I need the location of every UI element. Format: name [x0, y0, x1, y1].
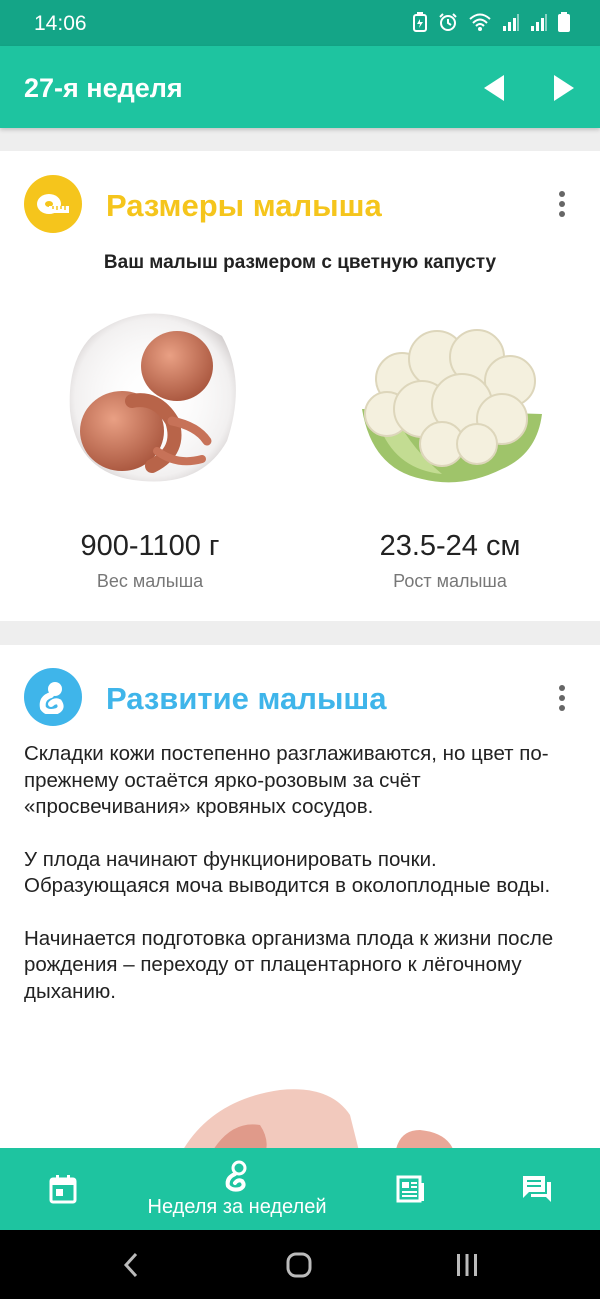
home-icon [286, 1252, 312, 1278]
recent-apps-icon [457, 1254, 477, 1276]
fetus-illustration [62, 301, 242, 491]
nav-chat[interactable] [504, 1148, 570, 1230]
development-card-title: Развитие малыша [106, 681, 387, 716]
battery-icon [558, 12, 570, 37]
calendar-icon [49, 1175, 77, 1204]
nav-calendar[interactable] [30, 1148, 96, 1230]
system-navigation-bar [0, 1230, 600, 1299]
app-bar: 27-я неделя [0, 46, 600, 128]
baby-development-card: Развитие малыша Складки кожи постепенно … [0, 645, 600, 1155]
development-description: Складки кожи постепенно разглаживаются, … [24, 741, 574, 1031]
recent-apps-button[interactable] [448, 1246, 486, 1284]
height-value: 23.5-24 см [379, 530, 521, 562]
status-bar: 14:06 [0, 0, 600, 46]
week-title: 27-я неделя [24, 73, 183, 103]
signal-icon [502, 12, 520, 37]
development-paragraph: Начинается подготовка организма плода к … [24, 926, 554, 1003]
cauliflower-illustration [352, 319, 548, 489]
measuring-tape-icon [24, 175, 82, 233]
alarm-icon [438, 12, 458, 37]
baby-size-card: Размеры малыша Ваш малыш размером с цвет… [0, 151, 600, 621]
height-label: Рост малыша [393, 571, 507, 591]
fetus-icon [24, 668, 82, 726]
bottom-navigation: Неделя за неделей [0, 1148, 600, 1230]
triangle-left-icon [484, 75, 504, 101]
development-card-more-button[interactable] [552, 680, 572, 716]
back-button[interactable] [112, 1246, 150, 1284]
fetus-icon [225, 1160, 247, 1192]
baby-photo [150, 1085, 470, 1155]
nav-week-by-week[interactable]: Неделя за неделей [132, 1148, 342, 1230]
signal-icon [530, 12, 548, 37]
status-icons [412, 12, 570, 37]
articles-icon [396, 1175, 424, 1203]
nav-week-by-week-label: Неделя за неделей [147, 1195, 327, 1218]
nav-articles[interactable] [378, 1148, 444, 1230]
development-paragraph: У плода начинают функционировать почки. … [24, 847, 551, 898]
triangle-right-icon [554, 75, 574, 101]
status-time: 14:06 [34, 12, 87, 35]
wifi-icon [468, 12, 492, 37]
weight-label: Вес малыша [96, 571, 204, 591]
size-comparison-text: Ваш малыш размером с цветную капусту [103, 252, 497, 273]
size-card-more-button[interactable] [552, 186, 572, 222]
chat-icon [523, 1176, 551, 1202]
battery-saver-icon [412, 12, 428, 37]
home-button[interactable] [280, 1246, 318, 1284]
development-paragraph: Складки кожи постепенно разглаживаются, … [24, 742, 549, 818]
size-card-title: Размеры малыша [106, 188, 382, 223]
next-week-button[interactable] [546, 70, 582, 106]
weight-value: 900-1100 г [80, 530, 220, 562]
previous-week-button[interactable] [476, 70, 512, 106]
back-icon [123, 1252, 138, 1278]
